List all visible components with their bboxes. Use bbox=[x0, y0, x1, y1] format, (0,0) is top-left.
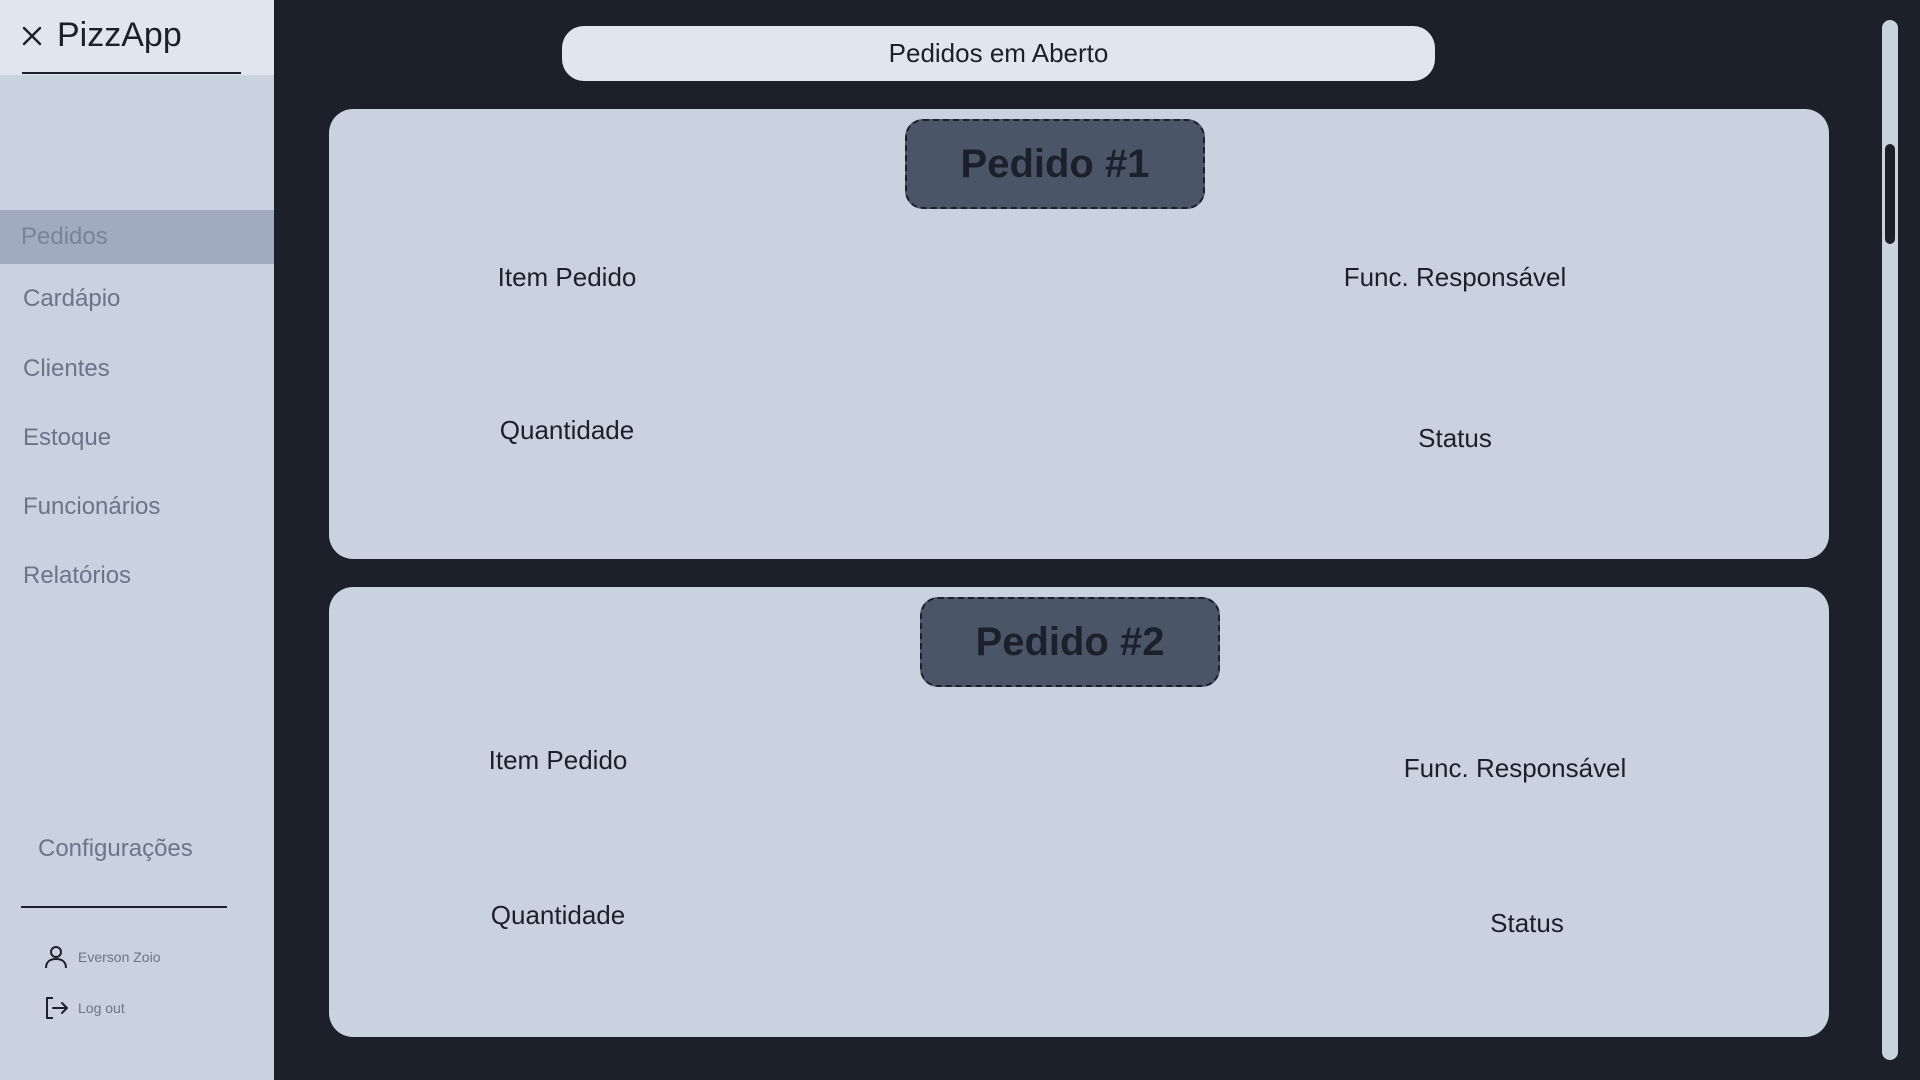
brand-header: PizzApp bbox=[0, 0, 274, 75]
status-label: Status bbox=[1418, 423, 1492, 453]
sidebar-divider bbox=[21, 906, 227, 908]
user-icon bbox=[45, 946, 67, 969]
quantity-label: Quantidade bbox=[490, 900, 626, 930]
order-title: Pedido #1 bbox=[905, 119, 1205, 209]
sidebar-item-relatorios[interactable]: Relatórios bbox=[0, 549, 274, 603]
item-label: Item Pedido bbox=[488, 745, 628, 775]
employee-label: Func. Responsável bbox=[1343, 262, 1567, 292]
logout-label: Log out bbox=[78, 1000, 125, 1016]
sidebar-item-pedidos[interactable]: Pedidos bbox=[0, 210, 274, 264]
order-card-1[interactable]: Pedido #1 Item Pedido Func. Responsável … bbox=[329, 109, 1829, 559]
logout-icon bbox=[46, 997, 68, 1019]
user-name: Everson Zoio bbox=[78, 949, 161, 965]
page-title: Pedidos em Aberto bbox=[562, 26, 1435, 81]
sidebar-item-clientes[interactable]: Clientes bbox=[0, 342, 274, 396]
settings-link[interactable]: Configurações bbox=[38, 835, 193, 863]
order-card-2[interactable]: Pedido #2 Item Pedido Func. Responsável … bbox=[329, 587, 1829, 1037]
item-label: Item Pedido bbox=[497, 262, 637, 292]
logout-button[interactable]: Log out bbox=[42, 993, 125, 1023]
app-name: PizzApp bbox=[57, 16, 182, 54]
quantity-label: Quantidade bbox=[499, 415, 635, 445]
brand-divider bbox=[22, 72, 241, 74]
sidebar: PizzApp Pedidos Cardápio Clientes Estoqu… bbox=[0, 0, 274, 1080]
sidebar-item-cardapio[interactable]: Cardápio bbox=[0, 272, 274, 326]
close-icon[interactable] bbox=[20, 24, 44, 48]
status-label: Status bbox=[1490, 908, 1564, 938]
order-title: Pedido #2 bbox=[920, 597, 1220, 687]
user-profile[interactable]: Everson Zoio bbox=[42, 942, 160, 972]
scrollbar-track[interactable] bbox=[1882, 20, 1898, 1060]
scrollbar-thumb[interactable] bbox=[1885, 144, 1895, 244]
employee-label: Func. Responsável bbox=[1403, 753, 1627, 783]
sidebar-item-estoque[interactable]: Estoque bbox=[0, 411, 274, 465]
sidebar-item-funcionarios[interactable]: Funcionários bbox=[0, 480, 274, 534]
